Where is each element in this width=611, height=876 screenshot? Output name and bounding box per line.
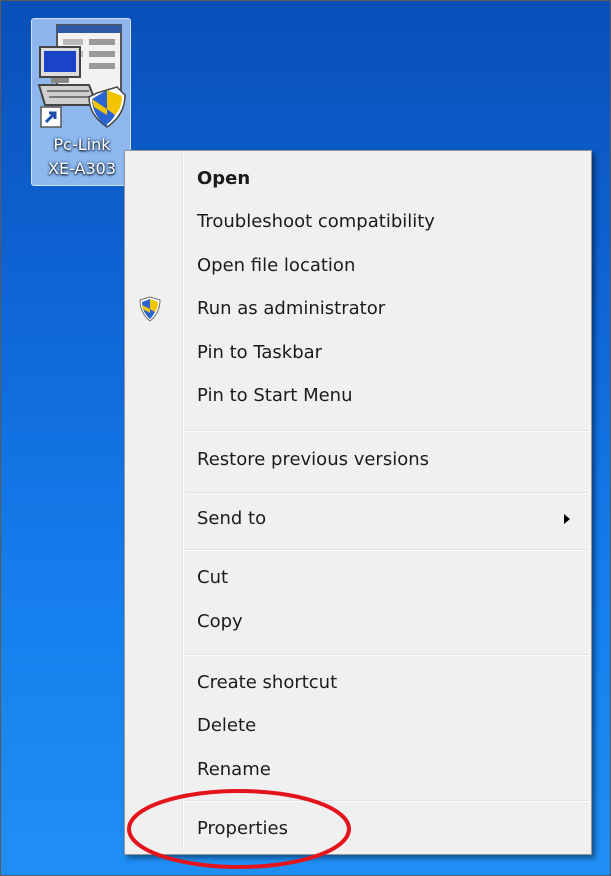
- menu-item-troubleshoot-compatibility[interactable]: Troubleshoot compatibility: [128, 202, 588, 242]
- menu-item-label: Rename: [197, 759, 271, 780]
- menu-item-rename[interactable]: Rename: [128, 750, 588, 790]
- uac-shield-icon: [139, 296, 161, 322]
- menu-item-copy[interactable]: Copy: [128, 602, 588, 642]
- menu-item-properties[interactable]: Properties: [128, 809, 588, 849]
- desktop-shortcut-pc-link[interactable]: Pc-Link XE-A303: [31, 18, 131, 186]
- menu-item-open-file-location[interactable]: Open file location: [128, 246, 588, 286]
- menu-item-label: Open file location: [197, 255, 356, 276]
- menu-item-restore-previous-versions[interactable]: Restore previous versions: [128, 440, 588, 480]
- submenu-arrow-icon: [564, 514, 570, 524]
- shortcut-app-icon: [37, 24, 126, 128]
- menu-item-label: Delete: [197, 715, 257, 736]
- desktop-icon-label-line2: XE-A303: [48, 159, 116, 178]
- desktop-icon-label-line1: Pc-Link: [53, 135, 111, 154]
- menu-item-label: Create shortcut: [197, 672, 338, 693]
- menu-separator: [185, 549, 588, 551]
- menu-item-open[interactable]: Open: [128, 159, 588, 199]
- menu-item-cut[interactable]: Cut: [128, 558, 588, 598]
- menu-separator: [185, 800, 588, 802]
- menu-item-pin-to-start-menu[interactable]: Pin to Start Menu: [128, 376, 588, 416]
- menu-item-create-shortcut[interactable]: Create shortcut: [128, 663, 588, 703]
- desktop: Pc-Link XE-A303 Open Troubleshoot compat…: [0, 0, 611, 876]
- menu-item-label: Send to: [197, 508, 267, 529]
- menu-item-label: Pin to Taskbar: [197, 342, 323, 363]
- menu-item-label: Restore previous versions: [197, 449, 430, 470]
- menu-item-label: Copy: [197, 611, 243, 632]
- desktop-icon-label: Pc-Link XE-A303: [32, 133, 132, 181]
- menu-separator: [185, 492, 588, 494]
- menu-item-label: Pin to Start Menu: [197, 385, 353, 406]
- menu-separator: [185, 654, 588, 656]
- menu-item-label: Run as administrator: [197, 298, 386, 319]
- context-menu: Open Troubleshoot compatibility Open fil…: [124, 150, 592, 855]
- shortcut-arrow-icon: [40, 106, 62, 128]
- menu-separator: [185, 430, 588, 432]
- menu-item-label: Properties: [197, 818, 288, 839]
- menu-item-pin-to-taskbar[interactable]: Pin to Taskbar: [128, 333, 588, 373]
- menu-item-delete[interactable]: Delete: [128, 706, 588, 746]
- menu-item-label: Troubleshoot compatibility: [197, 211, 435, 232]
- menu-item-send-to[interactable]: Send to: [128, 499, 588, 539]
- menu-item-label: Cut: [197, 567, 229, 588]
- menu-item-run-as-administrator[interactable]: Run as administrator: [128, 289, 588, 329]
- menu-item-label: Open: [197, 168, 251, 189]
